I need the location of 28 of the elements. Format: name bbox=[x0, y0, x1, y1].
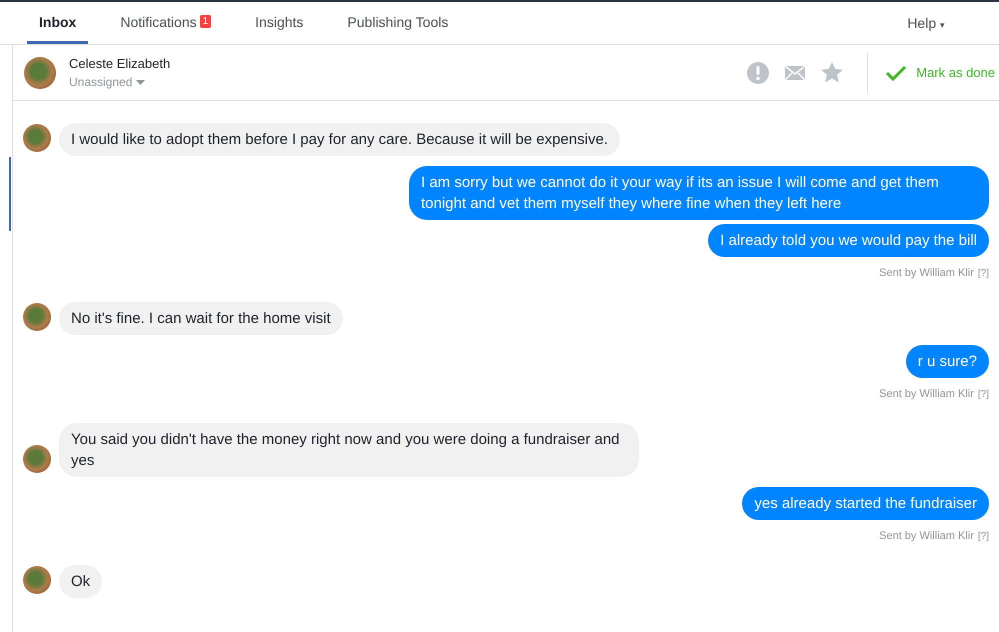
caret-icon bbox=[136, 80, 146, 84]
message-bubble: I would like to adopt them before I pay for any care. Because it will be expensive. bbox=[59, 123, 620, 156]
message-bubble: I already told you we would pay the bill bbox=[708, 224, 989, 257]
message-bubble: I am sorry but we cannot do it your way if its an issue I will come and get them tonight and vet them myself they where fine when they left here bbox=[409, 166, 989, 220]
star-icon[interactable] bbox=[821, 62, 844, 83]
nav-tab[interactable]: Notifications 1 bbox=[108, 2, 224, 44]
sent-by-label: Sent by William Klir bbox=[879, 388, 974, 400]
message-bubble: r u sure? bbox=[906, 345, 989, 378]
checkmark-icon bbox=[886, 64, 906, 80]
message-bubble: Ok bbox=[59, 565, 102, 598]
message-bubble: You said you didn't have the money right now and you were doing a fundraiser and yes bbox=[59, 423, 639, 477]
avatar bbox=[24, 56, 56, 88]
contact-name: Celeste Elizabeth bbox=[69, 56, 170, 71]
sent-by-label: Sent by William Klir bbox=[879, 267, 974, 279]
notification-badge: 1 bbox=[200, 15, 212, 28]
nav-tab[interactable]: Inbox bbox=[27, 2, 88, 44]
sent-by-label: Sent by William Klir bbox=[879, 530, 974, 542]
message-bubble: No it's fine. I can wait for the home visit bbox=[59, 302, 343, 335]
avatar bbox=[23, 445, 51, 473]
avatar bbox=[23, 303, 51, 331]
alert-icon[interactable] bbox=[747, 62, 770, 84]
help-menu[interactable]: Help ▾ bbox=[901, 2, 951, 44]
avatar bbox=[23, 566, 51, 594]
nav-tab[interactable]: Publishing Tools bbox=[335, 2, 460, 44]
envelope-icon[interactable] bbox=[785, 66, 806, 80]
nav-tab[interactable]: Insights bbox=[243, 2, 316, 44]
avatar bbox=[23, 124, 51, 152]
message-bubble: yes already started the fundraiser bbox=[742, 487, 989, 520]
